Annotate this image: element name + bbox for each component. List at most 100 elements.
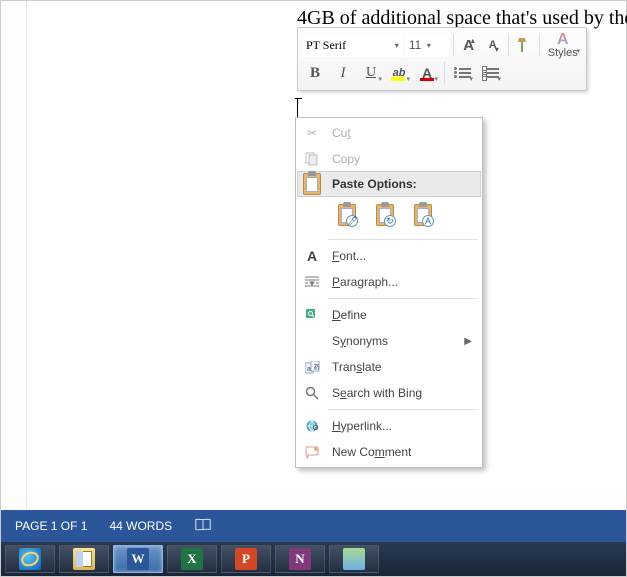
- clipboard-icon: 🖊: [338, 204, 356, 226]
- powerpoint-icon: [235, 548, 257, 570]
- menu-translate-label: Translate: [332, 360, 472, 374]
- numbering-button[interactable]: ▾: [477, 61, 503, 85]
- separator: [444, 62, 445, 84]
- taskbar: [1, 542, 626, 576]
- text-cursor: [297, 99, 298, 119]
- menu-cut-label: Cut: [332, 126, 472, 140]
- chevron-down-icon: ▾: [497, 75, 501, 83]
- styles-button[interactable]: A Styles ▾: [544, 33, 582, 57]
- chevron-down-icon: ▾: [378, 75, 382, 83]
- bold-icon: B: [310, 65, 320, 82]
- menu-define-label: Define: [332, 308, 472, 322]
- comment-icon: [302, 442, 322, 462]
- folder-icon: [73, 548, 95, 570]
- paste-icon: [302, 174, 322, 194]
- bullets-button[interactable]: ▾: [449, 61, 475, 85]
- taskbar-photos[interactable]: [329, 545, 379, 573]
- bullets-icon: [454, 68, 471, 78]
- font-family-input[interactable]: [306, 38, 378, 53]
- menu-synonyms[interactable]: Synonyms ▶: [298, 328, 480, 354]
- search-icon: [302, 383, 322, 403]
- paste-keep-source-button[interactable]: 🖊: [332, 200, 362, 230]
- menu-translate[interactable]: aあ Translate: [298, 354, 480, 380]
- menu-paste-options-label: Paste Options:: [332, 177, 472, 191]
- menu-paste-options[interactable]: Paste Options:: [297, 171, 481, 197]
- scissors-icon: ✂: [302, 123, 322, 143]
- styles-icon: A: [557, 32, 569, 48]
- menu-paragraph-label: Paragraph...: [332, 275, 472, 289]
- paste-text-only-button[interactable]: A: [408, 200, 438, 230]
- font-a-icon: A: [302, 246, 322, 266]
- menu-font[interactable]: A Font...: [298, 243, 480, 269]
- ie-icon: [19, 548, 41, 570]
- word-count[interactable]: 44 WORDS: [109, 519, 172, 533]
- word-icon: [127, 548, 149, 570]
- photos-icon: [343, 548, 365, 570]
- menu-cut[interactable]: ✂ Cut: [298, 120, 480, 146]
- svg-text:あ: あ: [313, 363, 320, 371]
- context-menu: ✂ Cut Copy Paste Options: 🖊 ↻ A A Font..…: [295, 117, 483, 468]
- grow-font-button[interactable]: A▴: [458, 33, 480, 57]
- taskbar-excel[interactable]: [167, 545, 217, 573]
- bold-button[interactable]: B: [302, 61, 328, 85]
- taskbar-file-explorer[interactable]: [59, 545, 109, 573]
- separator: [328, 298, 478, 299]
- font-color-button[interactable]: A▾: [414, 61, 440, 85]
- highlight-button[interactable]: ab▾: [386, 61, 412, 85]
- copy-icon: [302, 149, 322, 169]
- numbering-icon: [482, 68, 499, 78]
- translate-icon: aあ: [302, 357, 322, 377]
- page-indicator[interactable]: PAGE 1 OF 1: [15, 519, 87, 533]
- separator: [328, 239, 478, 240]
- chevron-down-icon: ▾: [469, 75, 473, 83]
- font-size-value: 11: [409, 38, 427, 52]
- menu-copy[interactable]: Copy: [298, 146, 480, 172]
- paragraph-icon: [302, 272, 322, 292]
- format-painter-button[interactable]: [513, 33, 535, 57]
- italic-button[interactable]: I: [330, 61, 356, 85]
- chevron-right-icon: ▶: [464, 336, 472, 347]
- menu-paragraph[interactable]: Paragraph...: [298, 269, 480, 295]
- taskbar-powerpoint[interactable]: [221, 545, 271, 573]
- menu-hyperlink-label: Hyperlink...: [332, 419, 472, 433]
- chevron-down-icon: ▾: [576, 48, 580, 55]
- mini-toolbar: ▾ 11 ▾ A▴ A▾ A Styles ▾ B I U▾ ab▾: [297, 27, 587, 91]
- paste-options-row: 🖊 ↻ A: [298, 196, 480, 236]
- chevron-down-icon: ▾: [434, 75, 438, 83]
- taskbar-ie[interactable]: [5, 545, 55, 573]
- document-canvas[interactable]: 4GB of additional space that's used by t…: [1, 1, 626, 510]
- menu-search-bing[interactable]: Search with Bing: [298, 380, 480, 406]
- font-color-swatch: [420, 78, 434, 81]
- paste-merge-button[interactable]: ↻: [370, 200, 400, 230]
- taskbar-onenote[interactable]: [275, 545, 325, 573]
- underline-icon: U: [366, 65, 376, 81]
- chevron-down-icon: ▾: [395, 41, 399, 50]
- excel-icon: [181, 548, 203, 570]
- shrink-font-button[interactable]: A▾: [482, 33, 504, 57]
- menu-hyperlink[interactable]: Hyperlink...: [298, 413, 480, 439]
- paintbrush-icon: [516, 37, 532, 53]
- menu-copy-label: Copy: [332, 152, 472, 166]
- underline-button[interactable]: U▾: [358, 61, 384, 85]
- highlight-color-swatch: [391, 77, 405, 81]
- blank-icon: [302, 331, 322, 351]
- reading-view-icon[interactable]: [194, 516, 212, 537]
- onenote-icon: [289, 548, 311, 570]
- menu-new-comment[interactable]: New Comment: [298, 439, 480, 465]
- italic-icon: I: [341, 65, 346, 82]
- menu-new-comment-label: New Comment: [332, 445, 472, 459]
- status-bar: PAGE 1 OF 1 44 WORDS: [1, 510, 626, 542]
- hyperlink-icon: [302, 416, 322, 436]
- menu-search-bing-label: Search with Bing: [332, 386, 472, 400]
- menu-define[interactable]: Define: [298, 302, 480, 328]
- font-family-combo[interactable]: ▾: [302, 33, 403, 57]
- font-size-combo[interactable]: 11 ▾: [405, 33, 449, 57]
- menu-synonyms-label: Synonyms: [332, 334, 454, 348]
- separator: [539, 34, 540, 56]
- chevron-down-icon: ▾: [406, 75, 410, 83]
- menu-font-label: Font...: [332, 249, 472, 263]
- separator: [453, 34, 454, 56]
- left-margin: [1, 1, 27, 510]
- search-icon: [302, 305, 322, 325]
- taskbar-word[interactable]: [113, 545, 163, 573]
